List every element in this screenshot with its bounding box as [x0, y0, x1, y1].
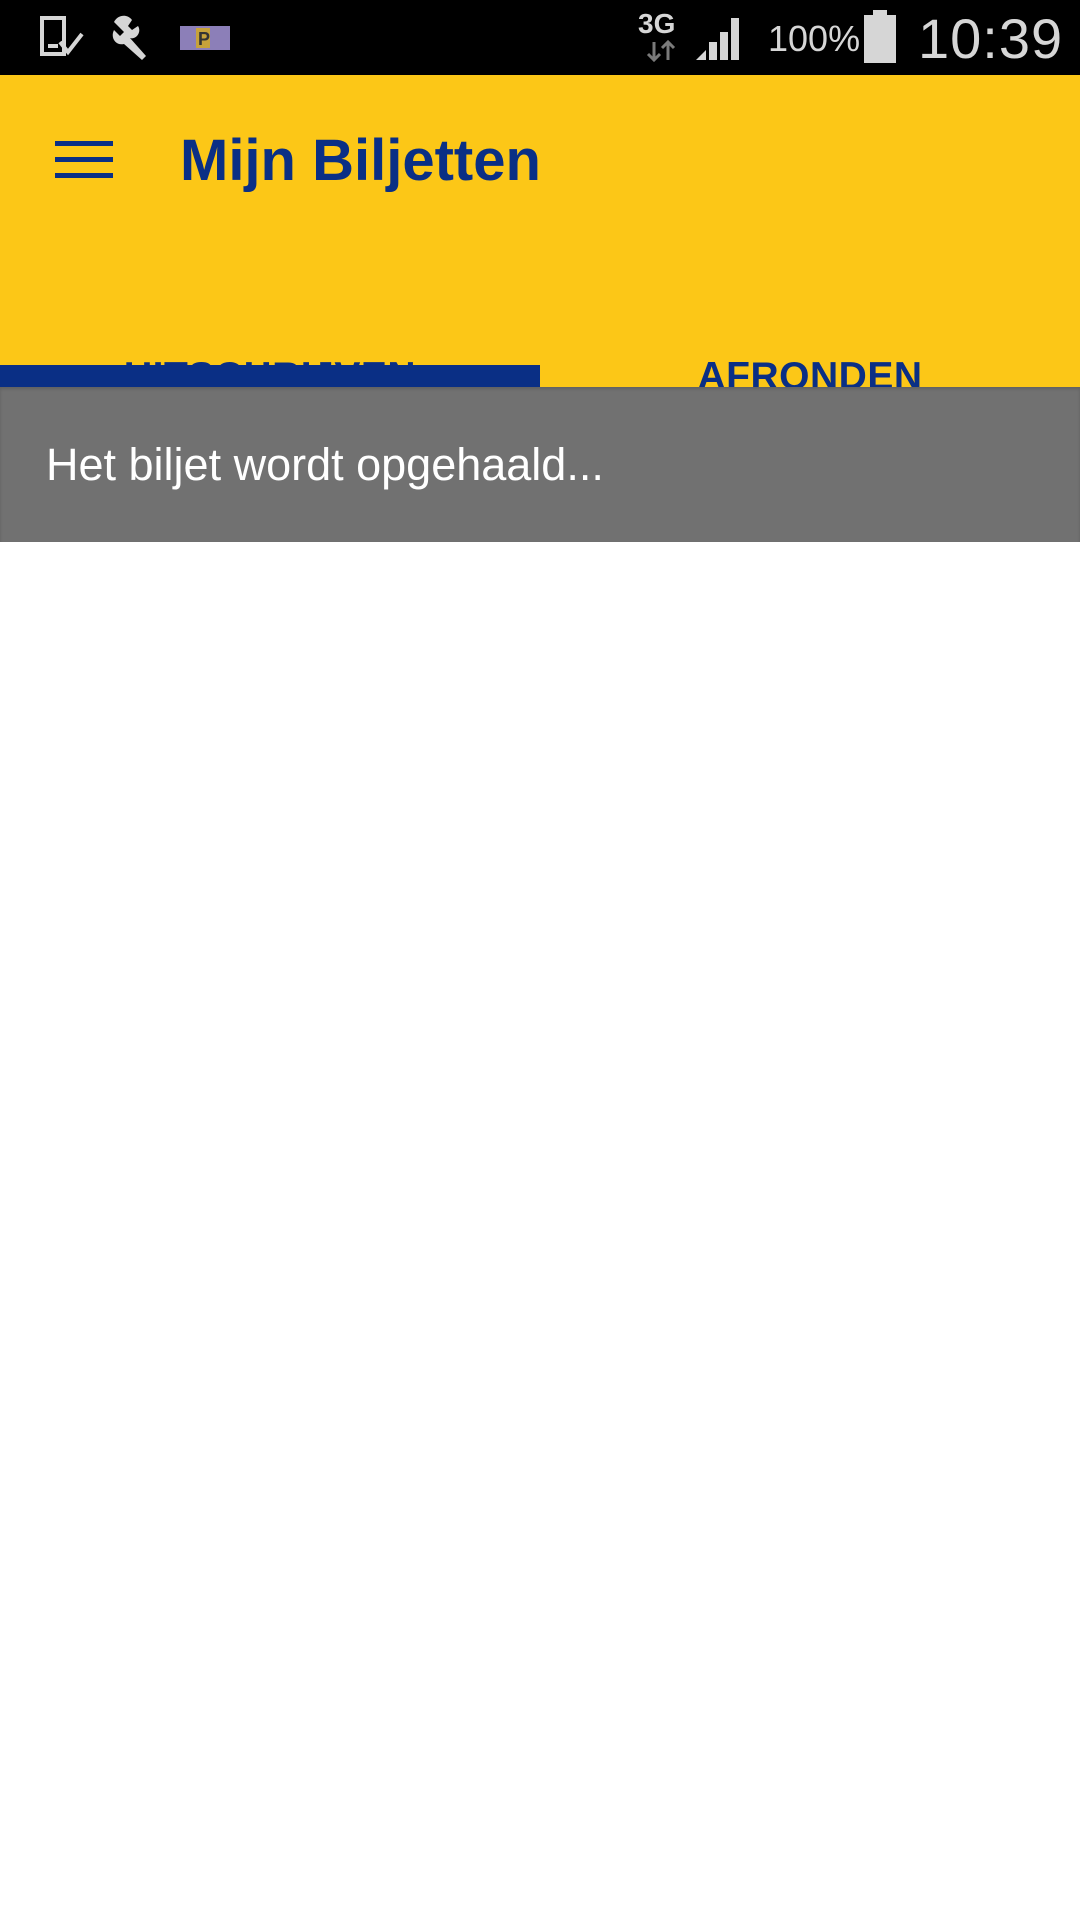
screen: P 3G 100% 10:39 Mijn Biljetten AFRONDEN … [0, 0, 1080, 1920]
loading-banner: Het biljet wordt opgehaald... [0, 387, 1080, 542]
download-complete-icon [40, 16, 84, 56]
data-arrows-icon [646, 40, 676, 62]
parking-app-icon: P [180, 26, 230, 50]
battery-percent: 100% [768, 18, 861, 59]
hamburger-menu-icon [55, 141, 113, 178]
wrench-icon [112, 15, 146, 61]
content-area [0, 542, 1080, 1920]
menu-button[interactable] [40, 115, 128, 203]
tab-uitschrijven[interactable]: UITSCHRIJVEN [0, 285, 540, 398]
network-type: 3G [638, 8, 676, 39]
signal-icon [696, 18, 739, 60]
clock: 10:39 [918, 7, 1064, 70]
page-title: Mijn Biljetten [180, 128, 541, 193]
app-bar: Mijn Biljetten UITSCHRIJVEN AFRONDEN [0, 75, 1080, 398]
tab-bar: UITSCHRIJVEN AFRONDEN [0, 285, 1080, 398]
tab-selected-indicator [0, 365, 540, 387]
status-bar: P 3G 100% 10:39 [0, 0, 1080, 75]
loading-message: Het biljet wordt opgehaald... [46, 439, 604, 490]
battery-icon [864, 10, 896, 63]
tab-afronden[interactable]: AFRONDEN [540, 285, 1080, 398]
svg-text:P: P [198, 29, 210, 49]
